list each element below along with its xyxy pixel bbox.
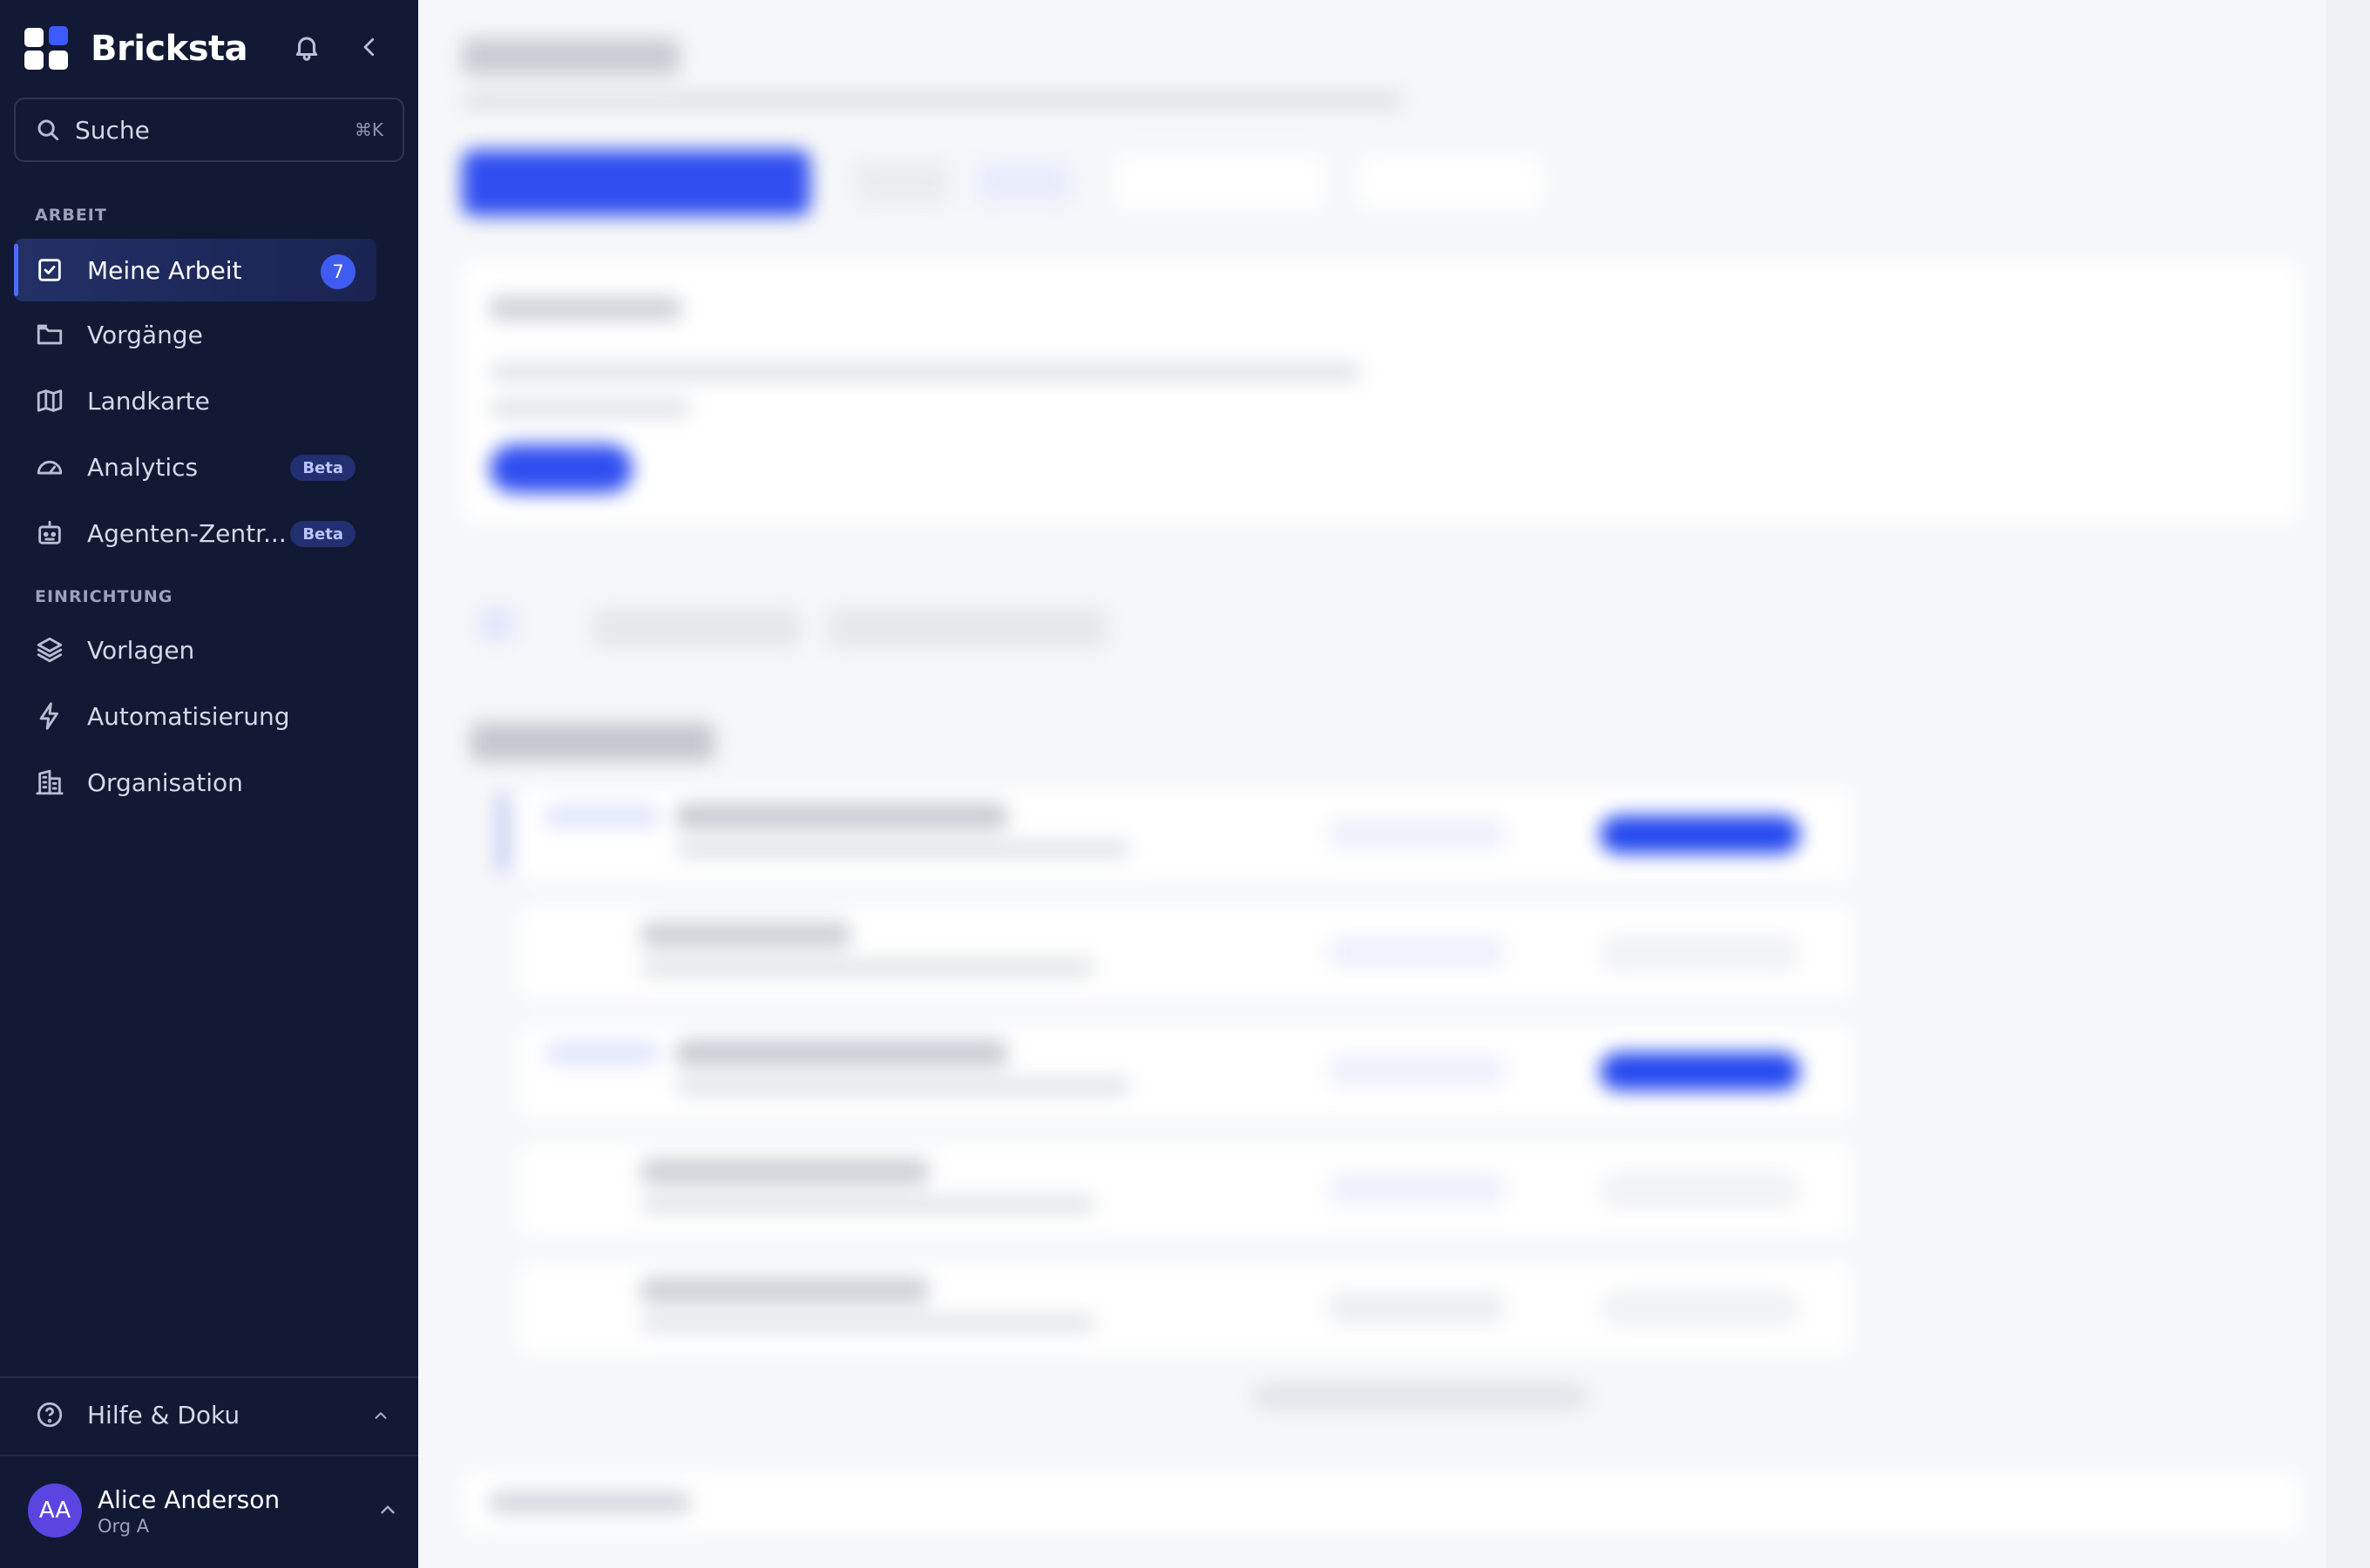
collapse-sidebar-button[interactable] — [354, 30, 385, 64]
sidebar-item-agenten-zentrum[interactable]: Agenten-Zentr... Beta — [14, 502, 376, 564]
sidebar: Bricksta Suche ⌘K ARBEIT Meine Arbeit 7 … — [0, 0, 418, 1568]
search-shortcut: ⌘K — [354, 119, 383, 140]
building-icon — [36, 769, 64, 795]
sidebar-item-organisation[interactable]: Organisation — [14, 751, 376, 814]
robot-icon — [38, 520, 61, 544]
layers-icon — [37, 637, 63, 663]
map-icon — [37, 389, 63, 412]
sidebar-item-vorgaenge[interactable]: Vorgänge — [14, 303, 376, 366]
beta-badge: Beta — [290, 521, 356, 547]
notifications-button[interactable] — [291, 30, 322, 64]
help-docs-button[interactable]: Hilfe & Doku — [14, 1387, 397, 1443]
sidebar-item-label: Analytics — [87, 452, 199, 482]
beta-badge: Beta — [290, 455, 356, 481]
sidebar-item-vorlagen[interactable]: Vorlagen — [14, 618, 376, 681]
bricksta-logo-icon — [24, 26, 70, 71]
help-label: Hilfe & Doku — [87, 1400, 240, 1429]
user-name: Alice Anderson — [98, 1484, 281, 1514]
lightning-icon — [39, 702, 58, 730]
chevron-up-icon — [371, 1406, 390, 1429]
divider — [0, 1455, 418, 1456]
user-menu[interactable]: AA Alice Anderson Org A — [28, 1483, 403, 1538]
chevron-left-icon — [363, 37, 375, 57]
user-org: Org A — [98, 1515, 150, 1537]
sidebar-item-automatisierung[interactable]: Automatisierung — [14, 685, 376, 747]
bell-icon — [295, 37, 318, 61]
sidebar-item-label: Organisation — [87, 767, 243, 797]
section-label-setup: EINRICHTUNG — [35, 587, 173, 606]
section-label-work: ARBEIT — [35, 206, 107, 225]
search-button[interactable]: Suche ⌘K — [14, 98, 404, 162]
divider — [0, 1376, 418, 1378]
sidebar-item-label: Vorlagen — [87, 635, 195, 665]
scrollbar[interactable] — [2326, 0, 2370, 1568]
sidebar-item-label: Meine Arbeit — [87, 255, 242, 285]
checkbox-icon — [38, 259, 61, 281]
help-circle-icon — [37, 1402, 63, 1428]
folder-icon — [37, 324, 63, 345]
count-badge: 7 — [321, 254, 356, 289]
app-name: Bricksta — [91, 29, 248, 69]
main-content-blurred — [418, 0, 2370, 1568]
sidebar-item-landkarte[interactable]: Landkarte — [14, 369, 376, 432]
sidebar-item-meine-arbeit[interactable]: Meine Arbeit 7 — [14, 239, 376, 301]
gauge-icon — [37, 460, 63, 475]
search-icon — [37, 119, 59, 141]
sidebar-item-label: Vorgänge — [87, 320, 203, 349]
brand[interactable]: Bricksta — [24, 24, 248, 73]
sidebar-item-label: Automatisierung — [87, 701, 290, 731]
blurred-content — [418, 0, 2370, 1568]
sidebar-item-label: Agenten-Zentr... — [87, 518, 287, 548]
search-label: Suche — [75, 115, 150, 145]
chevron-up-icon — [376, 1498, 399, 1524]
sidebar-item-label: Landkarte — [87, 386, 210, 416]
sidebar-item-analytics[interactable]: Analytics Beta — [14, 436, 376, 498]
avatar: AA — [28, 1484, 82, 1538]
